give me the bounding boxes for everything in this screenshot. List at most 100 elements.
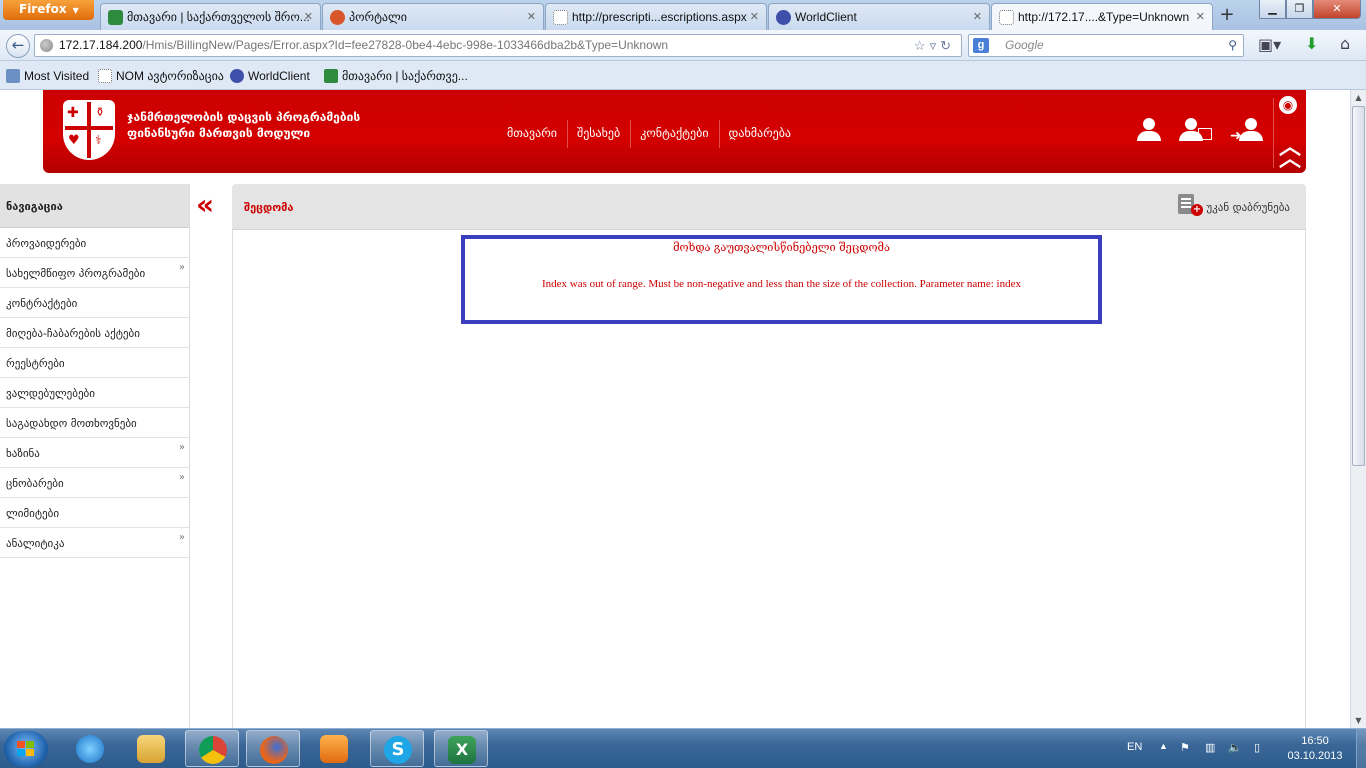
url-dropdown-icon[interactable]: ▿: [930, 38, 941, 53]
menu-item-contacts[interactable]: კონტაქტები: [630, 120, 718, 148]
globe-favicon-icon: [230, 69, 244, 83]
sidebar-item-payment-requests[interactable]: საგადახდო მოთხოვნები: [0, 408, 189, 438]
taskbar-explorer[interactable]: [124, 730, 178, 767]
globe-favicon-icon: [776, 10, 791, 25]
menu-item-about[interactable]: შესახებ: [566, 120, 630, 148]
firefox-menu-button[interactable]: Firefox ▼: [3, 0, 94, 20]
bookmarks-menu-icon[interactable]: ▣▾: [1258, 35, 1281, 54]
action-center-icon[interactable]: ⚑: [1180, 741, 1190, 754]
logo-column-icon: ⚕: [95, 133, 102, 147]
taskbar-chrome[interactable]: [185, 730, 239, 767]
bookmark-most-visited[interactable]: Most Visited: [6, 69, 89, 83]
site-identity-icon[interactable]: [40, 39, 53, 52]
bookmarks-toolbar: Most Visited NOM ავტორიზაცია WorldClient…: [0, 61, 1366, 90]
power-icon[interactable]: ▯: [1254, 741, 1260, 754]
internet-explorer-icon: [76, 735, 104, 763]
bookmark-nom[interactable]: NOM ავტორიზაცია: [98, 69, 224, 83]
new-tab-button[interactable]: +: [1214, 4, 1240, 26]
bookmark-label: NOM ავტორიზაცია: [116, 69, 224, 83]
maximize-button[interactable]: ❐: [1286, 0, 1313, 19]
sidebar-item-limits[interactable]: ლიმიტები: [0, 498, 189, 528]
windows-taskbar: S X EN ▲ ⚑ ▥ 🔈 ▯ 16:50 03.10.2013: [0, 728, 1366, 768]
show-hidden-icons[interactable]: ▲: [1159, 741, 1168, 751]
sidebar-item-obligations[interactable]: ვალდებულებები: [0, 378, 189, 408]
sidebar-item-contracts[interactable]: კონტრაქტები: [0, 288, 189, 318]
tab-mtavari[interactable]: მთავარი | საქართველოს შრო... ✕: [100, 3, 321, 30]
browser-tabstrip: Firefox ▼ მთავარი | საქართველოს შრო... ✕ …: [0, 0, 1366, 30]
scrollbar-thumb[interactable]: [1352, 106, 1365, 466]
taskbar-internet-explorer[interactable]: [63, 730, 117, 767]
site-logo[interactable]: ✚ ⚱ ♥ ⚕: [63, 100, 115, 160]
reload-icon[interactable]: ↻: [940, 38, 955, 53]
search-magnifier-icon[interactable]: ⚲: [1228, 35, 1237, 56]
sidebar-item-references[interactable]: ცნობარები »: [0, 468, 189, 498]
start-button[interactable]: [4, 731, 48, 767]
user-profile-icon[interactable]: [1136, 116, 1164, 144]
menu-item-help[interactable]: დახმარება: [718, 120, 802, 148]
exit-arrow-icon: ➜: [1230, 128, 1242, 144]
sidebar-item-label: მიღება-ჩაბარების აქტები: [6, 327, 140, 340]
sidebar-item-treasury[interactable]: ხაზინა »: [0, 438, 189, 468]
network-icon[interactable]: ▥: [1205, 741, 1215, 754]
taskbar-skype[interactable]: S: [370, 730, 424, 767]
volume-icon[interactable]: 🔈: [1228, 741, 1242, 754]
close-tab-icon[interactable]: ✕: [1196, 10, 1205, 23]
page-viewport: ✚ ⚱ ♥ ⚕ ჯანმრთელობის დაცვის პროგრამების …: [0, 90, 1350, 728]
sidebar-item-label: ცნობარები: [6, 477, 64, 490]
taskbar-media-player[interactable]: [307, 730, 361, 767]
url-host: 172.17.184.200: [59, 38, 143, 52]
sidebar-item-state-programs[interactable]: სახელმწიფო პროგრამები »: [0, 258, 189, 288]
minimize-button[interactable]: ▁: [1259, 0, 1286, 19]
collapse-header-icon[interactable]: ︿ ︿: [1279, 137, 1301, 171]
sidebar-item-registries[interactable]: რეესტრები: [0, 348, 189, 378]
language-indicator[interactable]: EN: [1127, 741, 1142, 753]
menu-item-home[interactable]: მთავარი: [498, 120, 567, 148]
show-desktop-button[interactable]: [1356, 729, 1366, 768]
chevron-right-icon: »: [178, 442, 185, 453]
scroll-up-icon[interactable]: ▲: [1351, 90, 1366, 105]
sidebar-title: ნავიგაცია: [6, 200, 63, 213]
logout-icon[interactable]: ➜: [1230, 116, 1263, 144]
tab-portal[interactable]: პორტალი ✕: [322, 3, 544, 30]
collapse-sidebar-icon[interactable]: «: [196, 191, 214, 219]
most-visited-icon: [6, 69, 20, 83]
close-window-button[interactable]: ✕: [1313, 0, 1361, 19]
folder-icon: [137, 735, 165, 763]
back-button[interactable]: ←: [6, 34, 30, 58]
panel-title: შეცდომა: [244, 201, 294, 214]
download-icon[interactable]: ⬇: [1305, 34, 1318, 53]
tab-label: WorldClient: [795, 10, 857, 24]
tab-prescriptions[interactable]: http://prescripti...escriptions.aspx ✕: [545, 3, 767, 30]
system-clock[interactable]: 16:50 03.10.2013: [1280, 734, 1350, 764]
tab-worldclient[interactable]: WorldClient ✕: [768, 3, 990, 30]
sidebar-item-analytics[interactable]: ანალიტიკა »: [0, 528, 189, 558]
search-placeholder: Google: [1005, 38, 1044, 52]
taskbar-firefox[interactable]: [246, 730, 300, 767]
chevron-right-icon: »: [178, 532, 185, 543]
url-bar[interactable]: 172.17.184.200/Hmis/BillingNew/Pages/Err…: [34, 34, 962, 57]
close-tab-icon[interactable]: ✕: [527, 10, 536, 23]
taskbar-excel[interactable]: X: [434, 730, 488, 767]
page-scrollbar[interactable]: ▲ ▼: [1350, 90, 1366, 728]
bookmark-star-icon[interactable]: ☆: [914, 38, 930, 53]
google-engine-icon[interactable]: g: [973, 38, 989, 53]
chevron-right-icon: »: [178, 472, 185, 483]
bookmark-mtavari[interactable]: მთავარი | საქართვე...: [324, 69, 468, 83]
close-tab-icon[interactable]: ✕: [973, 10, 982, 23]
card-icon: [1198, 128, 1212, 140]
close-tab-icon[interactable]: ✕: [304, 10, 313, 23]
error-message: Index was out of range. Must be non-nega…: [542, 278, 1021, 290]
user-details-icon[interactable]: [1178, 116, 1212, 144]
sidebar-item-providers[interactable]: პროვაიდერები: [0, 228, 189, 258]
home-icon[interactable]: ⌂: [1340, 34, 1350, 53]
tab-current[interactable]: http://172.17....&Type=Unknown ✕: [991, 3, 1213, 30]
search-input[interactable]: g Google ⚲: [968, 34, 1244, 57]
sidebar-item-label: ლიმიტები: [6, 507, 60, 520]
sidebar-item-label: სახელმწიფო პროგრამები: [6, 267, 146, 280]
close-tab-icon[interactable]: ✕: [750, 10, 759, 23]
scroll-down-icon[interactable]: ▼: [1351, 713, 1366, 728]
language-globe-icon[interactable]: ◉: [1279, 96, 1297, 114]
sidebar-item-acceptance-acts[interactable]: მიღება-ჩაბარების აქტები: [0, 318, 189, 348]
back-link[interactable]: უკან დაბრუნება: [1206, 201, 1290, 214]
bookmark-worldclient[interactable]: WorldClient: [230, 69, 310, 83]
